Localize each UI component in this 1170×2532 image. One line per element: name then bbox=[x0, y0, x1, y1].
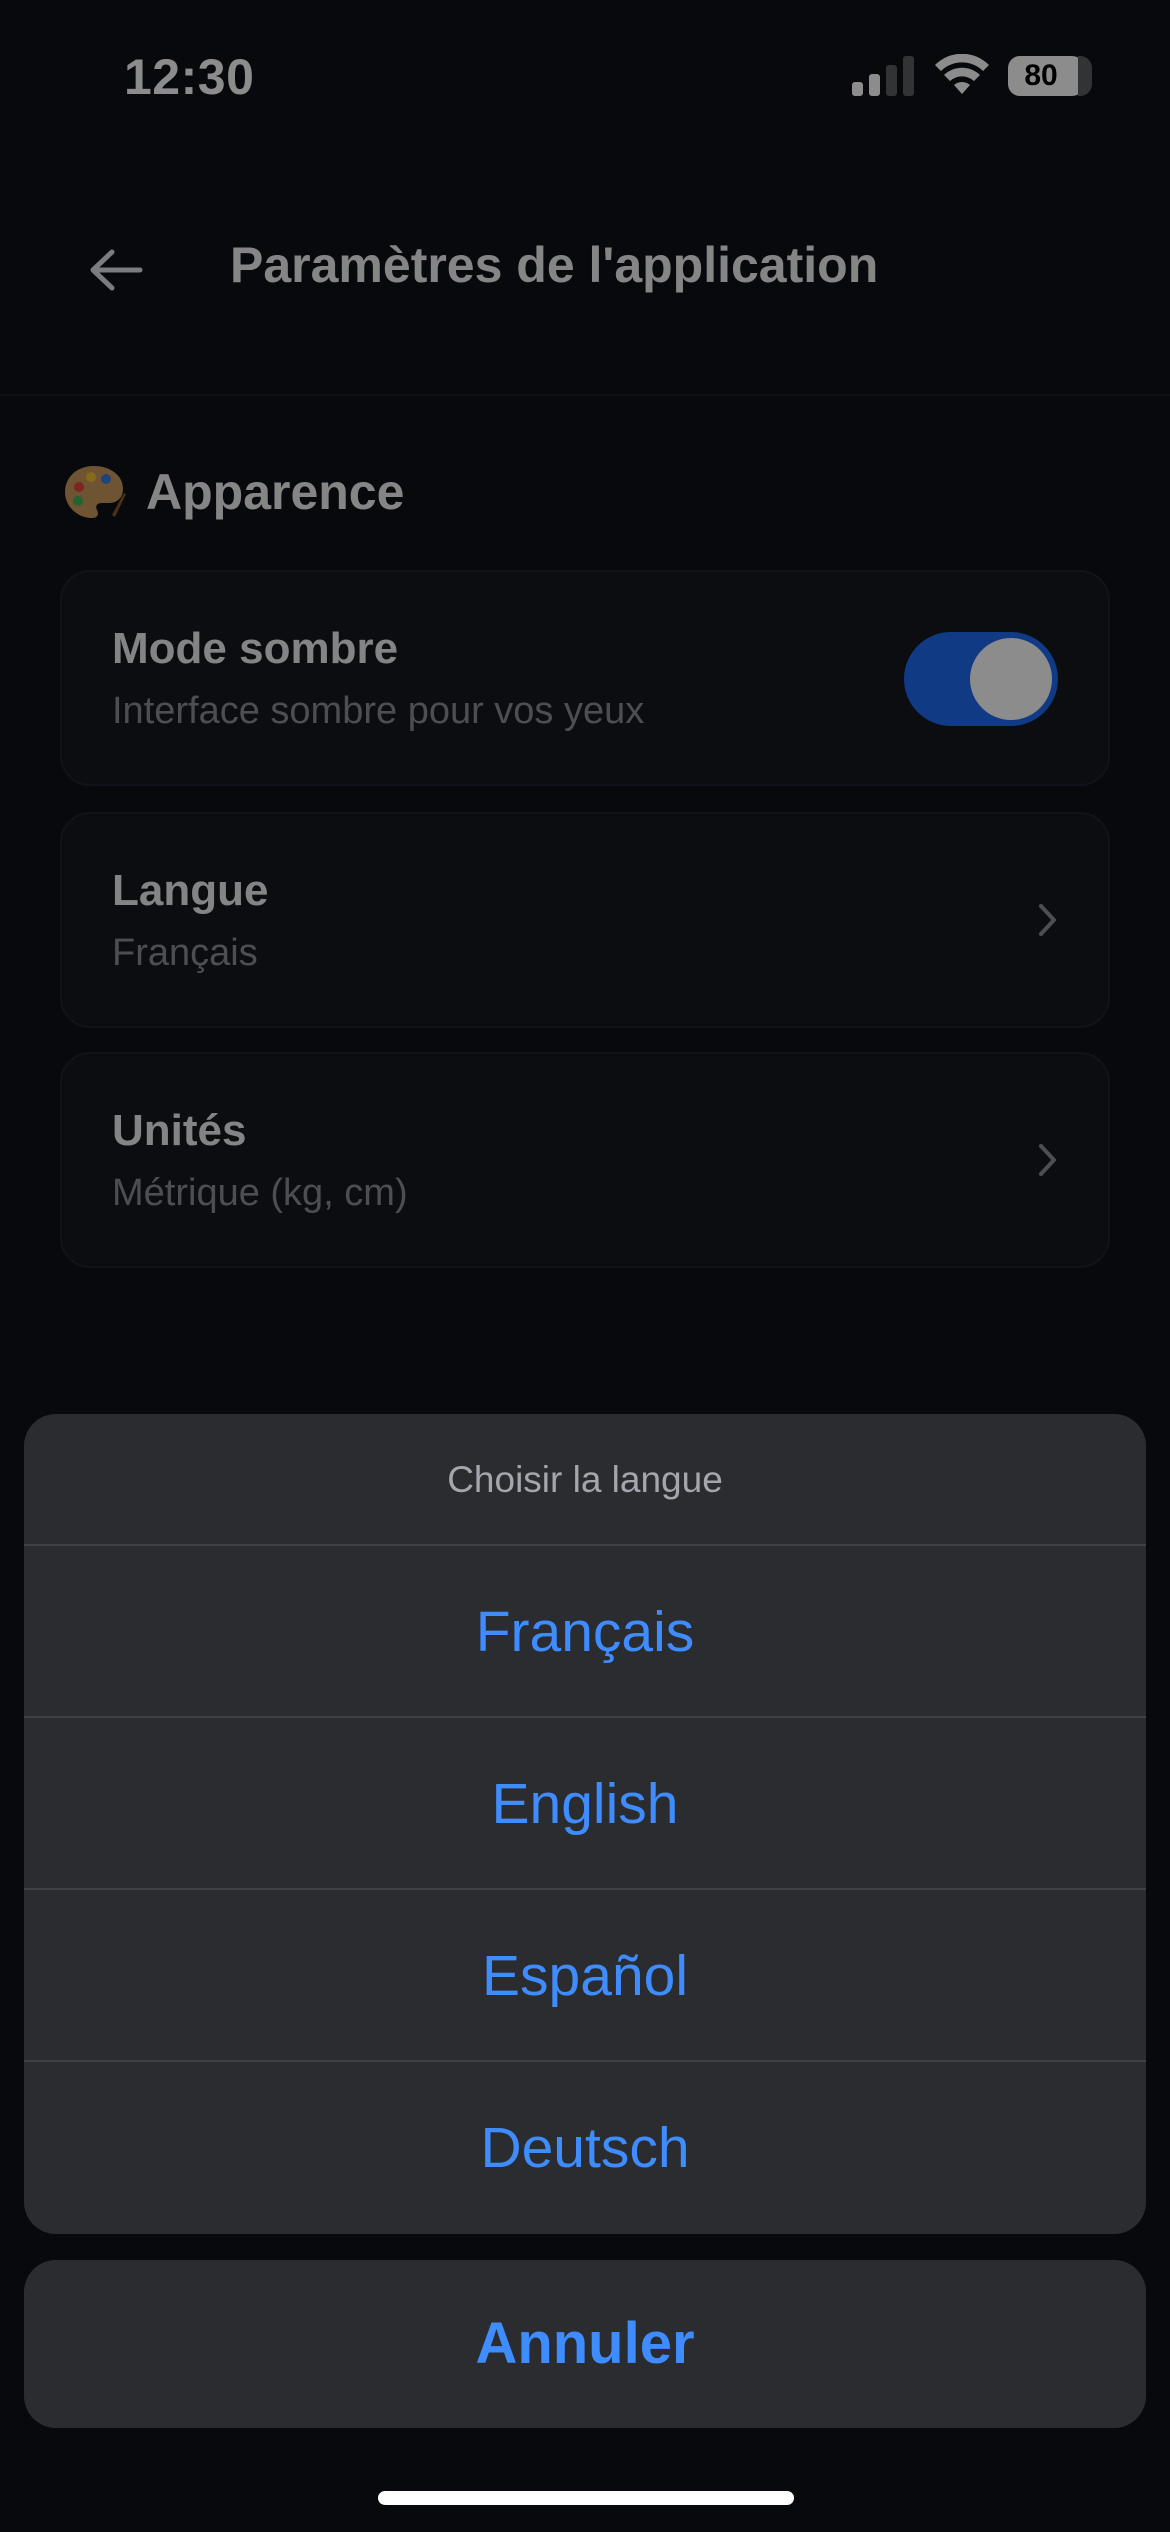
language-option-english[interactable]: English bbox=[24, 1718, 1146, 1890]
language-option-deutsch[interactable]: Deutsch bbox=[24, 2062, 1146, 2234]
language-option-espanol[interactable]: Español bbox=[24, 1890, 1146, 2062]
language-action-sheet: Choisir la langue Français English Españ… bbox=[24, 1414, 1146, 2234]
cancel-button[interactable]: Annuler bbox=[24, 2260, 1146, 2428]
action-sheet-title: Choisir la langue bbox=[24, 1414, 1146, 1546]
app-screen: 12:30 80 Paramètres de l'application App… bbox=[0, 0, 1170, 2532]
language-option-francais[interactable]: Français bbox=[24, 1546, 1146, 1718]
home-indicator[interactable] bbox=[378, 2491, 794, 2505]
